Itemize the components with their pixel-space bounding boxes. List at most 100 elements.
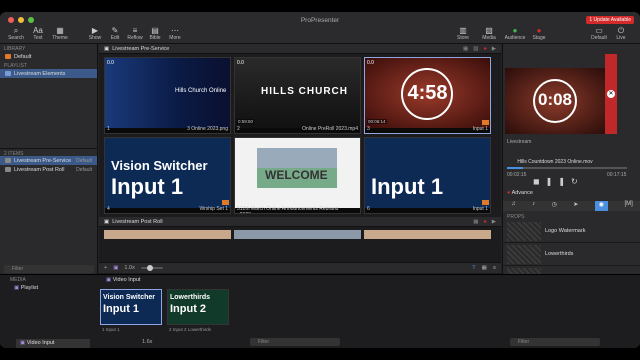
media-item-title: Vision Switcher <box>103 294 155 301</box>
slides-icon: ▣ <box>104 218 110 225</box>
more-icon: ⋯ <box>171 26 179 35</box>
audio-icon[interactable]: ♫ <box>511 201 516 211</box>
send-icon[interactable]: ➤ <box>573 201 578 211</box>
toolbar-bible-button[interactable]: ▤ Bible <box>144 26 166 41</box>
video-icon: ▣ <box>106 277 112 283</box>
add-icon[interactable]: + <box>104 265 107 271</box>
toolbar-label: Text <box>33 35 43 41</box>
grid-icon[interactable]: ▦ <box>463 46 468 52</box>
slide-thumbnail[interactable]: WELCOME 5 12th March Online Announcements … <box>234 137 361 214</box>
media-filter-input[interactable]: Filter <box>250 338 340 346</box>
stop-icon[interactable]: ◼ <box>533 177 546 186</box>
macro-icon[interactable]: [M] <box>624 201 632 211</box>
list-view-icon[interactable]: ≡ <box>493 265 496 271</box>
zoom-slider[interactable] <box>140 265 163 271</box>
video-input-label: Video Input <box>26 340 55 346</box>
media-playlist-item[interactable]: ▣ Playlist <box>14 285 38 291</box>
playlist-item[interactable]: Livestream Elements <box>0 69 97 78</box>
transport-controls: ◼❚❚↻ <box>533 177 584 186</box>
prop-item[interactable]: Logo Watermark <box>503 220 640 243</box>
props-icon[interactable]: ◉ <box>594 201 608 211</box>
toolbar-text-button[interactable]: Aa Text <box>27 26 49 41</box>
toolbar-store-button[interactable]: ▥ Store <box>452 26 474 41</box>
record-icon[interactable]: ● <box>483 46 486 52</box>
slide-thumbnail[interactable] <box>364 230 491 239</box>
slide-time: 00:06:14 <box>367 119 387 124</box>
toolbar-edit-button[interactable]: ✎ Edit <box>104 26 126 41</box>
grid-view-icon[interactable]: ▦ <box>482 265 487 271</box>
toolbar-default-button[interactable]: ▭ Default <box>588 26 610 41</box>
video-input-tab[interactable]: ▣ Video Input <box>16 339 90 348</box>
toolbar-theme-button[interactable]: ▦ Theme <box>49 26 71 41</box>
toolbar-label: Edit <box>110 35 120 41</box>
library-item-default[interactable]: Default <box>0 52 97 61</box>
slide-title: Input 1 <box>472 206 488 212</box>
toolbar-more-button[interactable]: ⋯ More <box>164 26 186 41</box>
slide-number: 6 <box>367 206 370 212</box>
advance-toggle[interactable]: ● Advance <box>507 190 533 196</box>
playback-scrubber[interactable] <box>507 167 627 169</box>
audience-icon: ● <box>512 26 518 35</box>
toolbar-label: Default <box>591 35 607 41</box>
pause-icon[interactable]: ❚❚ <box>546 177 571 186</box>
clear-icon[interactable]: ✕ <box>607 90 615 98</box>
slide-badge: 0.0 <box>237 60 244 66</box>
slide-thumbnail[interactable]: Input 1 Vision Switcher 4 Wrship Set 1 <box>104 137 231 214</box>
mic-icon[interactable]: ♪ <box>532 201 535 211</box>
toolbar-show-button[interactable]: ▶ Show <box>84 26 106 41</box>
toolbar-audience-button[interactable]: ● Audience <box>504 26 526 41</box>
media-item-title: Lowerthirds <box>170 294 211 301</box>
slide-thumbnail[interactable]: Hills Church Online 0.0 1 3 Online 2023.png <box>104 57 231 134</box>
update-available-badge[interactable]: 1 Update Available <box>586 16 634 24</box>
library-icon <box>5 54 11 59</box>
play-icon[interactable]: ▶ <box>492 46 496 52</box>
default-icon: ▭ <box>595 26 603 35</box>
slide-preview: Hills Church Online <box>105 58 230 128</box>
timer-icon[interactable]: ◷ <box>552 201 557 211</box>
items-row[interactable]: Livestream Pre-Service Default <box>0 156 97 165</box>
store-icon: ▥ <box>459 26 467 35</box>
toolbar-reflow-button[interactable]: ≡ Reflow <box>124 26 146 41</box>
toolbar-stage-button[interactable]: ● Stage <box>528 26 550 41</box>
slide-title: Input 1 <box>472 126 488 132</box>
slide-number: 1 <box>107 126 110 132</box>
image-icon[interactable]: ▧ <box>473 46 478 52</box>
elapsed-time: 00:02:15 <box>507 172 527 178</box>
group-title: Livestream Post Roll <box>112 218 163 225</box>
search-icon: ⌕ <box>13 26 19 35</box>
prop-item[interactable]: Lowerthirds <box>503 243 640 266</box>
window-title: ProPresenter <box>300 17 340 24</box>
toolbar-live-button[interactable]: ⏻ Live <box>610 26 632 41</box>
props-tabbar: ♫ ♪ ◷ ➤ ◉ [M] <box>503 201 640 211</box>
video-icon: ▣ <box>20 340 26 346</box>
text-icon[interactable]: T <box>472 265 475 271</box>
slides-icon: ▣ <box>104 45 110 52</box>
slide-title: 12th March Online Announcements Rebrand … <box>239 206 339 213</box>
total-time: 00:17:15 <box>607 172 627 178</box>
grid-icon[interactable]: ▦ <box>473 219 478 225</box>
toolbar-search-button[interactable]: ⌕ Search <box>5 26 27 41</box>
items-row[interactable]: Livestream Post Roll Default <box>0 165 97 174</box>
prop-thumbnail <box>507 244 541 264</box>
media-item[interactable]: Lowerthirds Input 2 2 Input 2 Lowerthirds <box>167 289 229 332</box>
play-icon[interactable]: ▶ <box>492 219 496 225</box>
slide-thumbnail[interactable]: 4:58 0.0 00:06:14 3 Input 1 <box>364 57 491 134</box>
slide-text: WELCOME <box>265 168 328 182</box>
media-icon[interactable]: ▣ <box>113 265 118 271</box>
toolbar-label: Theme <box>52 35 68 41</box>
toolbar-label: Live <box>616 35 626 41</box>
media-item[interactable]: Vision Switcher Input 1 1 Input 1 <box>100 289 162 332</box>
record-icon[interactable]: ● <box>483 219 486 225</box>
slide-text: Input 1 <box>111 174 184 199</box>
media-filter-input[interactable]: Filter <box>510 338 600 346</box>
slide-caption: 5 12th March Online Announcements Rebrand… <box>237 206 358 213</box>
slide-thumbnail[interactable] <box>234 230 361 239</box>
toolbar-media-button[interactable]: ▧ Media <box>478 26 500 41</box>
loop-icon[interactable]: ↻ <box>571 177 584 186</box>
slide-thumbnail[interactable]: Input 1 6 Input 1 <box>364 137 491 214</box>
slide-thumbnail[interactable] <box>104 230 231 239</box>
slide-thumbnail[interactable]: HILLS CHURCH 0.0 0:59:50 2 Online PreRoll 20… <box>234 57 361 134</box>
post-roll-strip <box>99 227 501 239</box>
media-playlist-label: Playlist <box>20 285 39 291</box>
library-filter-input[interactable]: Filter <box>4 265 94 273</box>
